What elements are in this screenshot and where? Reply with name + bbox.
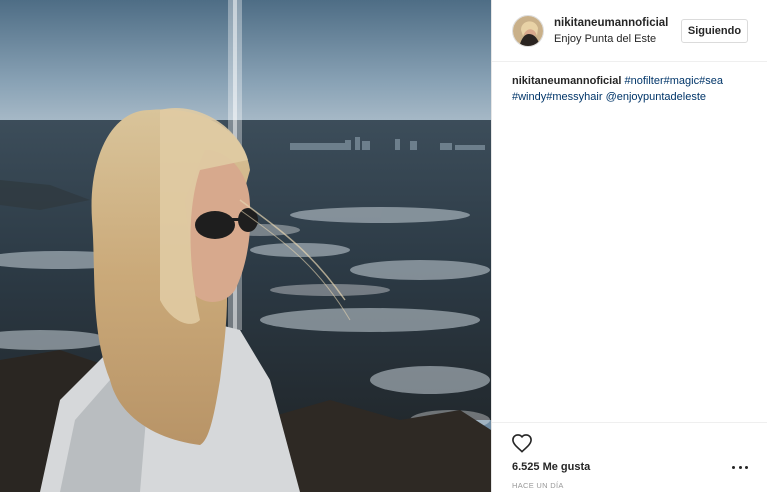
hashtag-link[interactable]: #messyhair — [546, 91, 602, 103]
avatar[interactable] — [512, 15, 544, 47]
post-timestamp: HACE UN DÍA — [512, 481, 564, 490]
caption-username[interactable]: nikitaneumannoficial — [512, 75, 621, 87]
likes-count[interactable]: 6.525 Me gusta — [512, 461, 590, 473]
post-actions: 6.525 Me gusta HACE UN DÍA — [492, 422, 767, 492]
more-options-icon[interactable] — [732, 464, 748, 470]
location-link[interactable]: Enjoy Punta del Este — [554, 33, 656, 45]
following-button[interactable]: Siguiendo — [681, 19, 748, 43]
heart-icon[interactable] — [511, 433, 533, 453]
hashtag-link[interactable]: #windy — [512, 91, 546, 103]
hashtag-link[interactable]: #nofilter — [624, 75, 663, 87]
mention-link[interactable]: @enjoypuntadeleste — [606, 91, 706, 103]
post-photo[interactable] — [0, 0, 491, 492]
hashtag-link[interactable]: #sea — [699, 75, 723, 87]
post-header: nikitaneumannoficial Enjoy Punta del Est… — [492, 0, 767, 62]
username-link[interactable]: nikitaneumannoficial — [554, 17, 668, 29]
post-caption: nikitaneumannoficial #nofilter#magic#sea… — [512, 73, 752, 105]
post-side-panel: nikitaneumannoficial Enjoy Punta del Est… — [491, 0, 767, 492]
hashtag-link[interactable]: #magic — [664, 75, 699, 87]
beach-photo-image — [0, 0, 491, 492]
